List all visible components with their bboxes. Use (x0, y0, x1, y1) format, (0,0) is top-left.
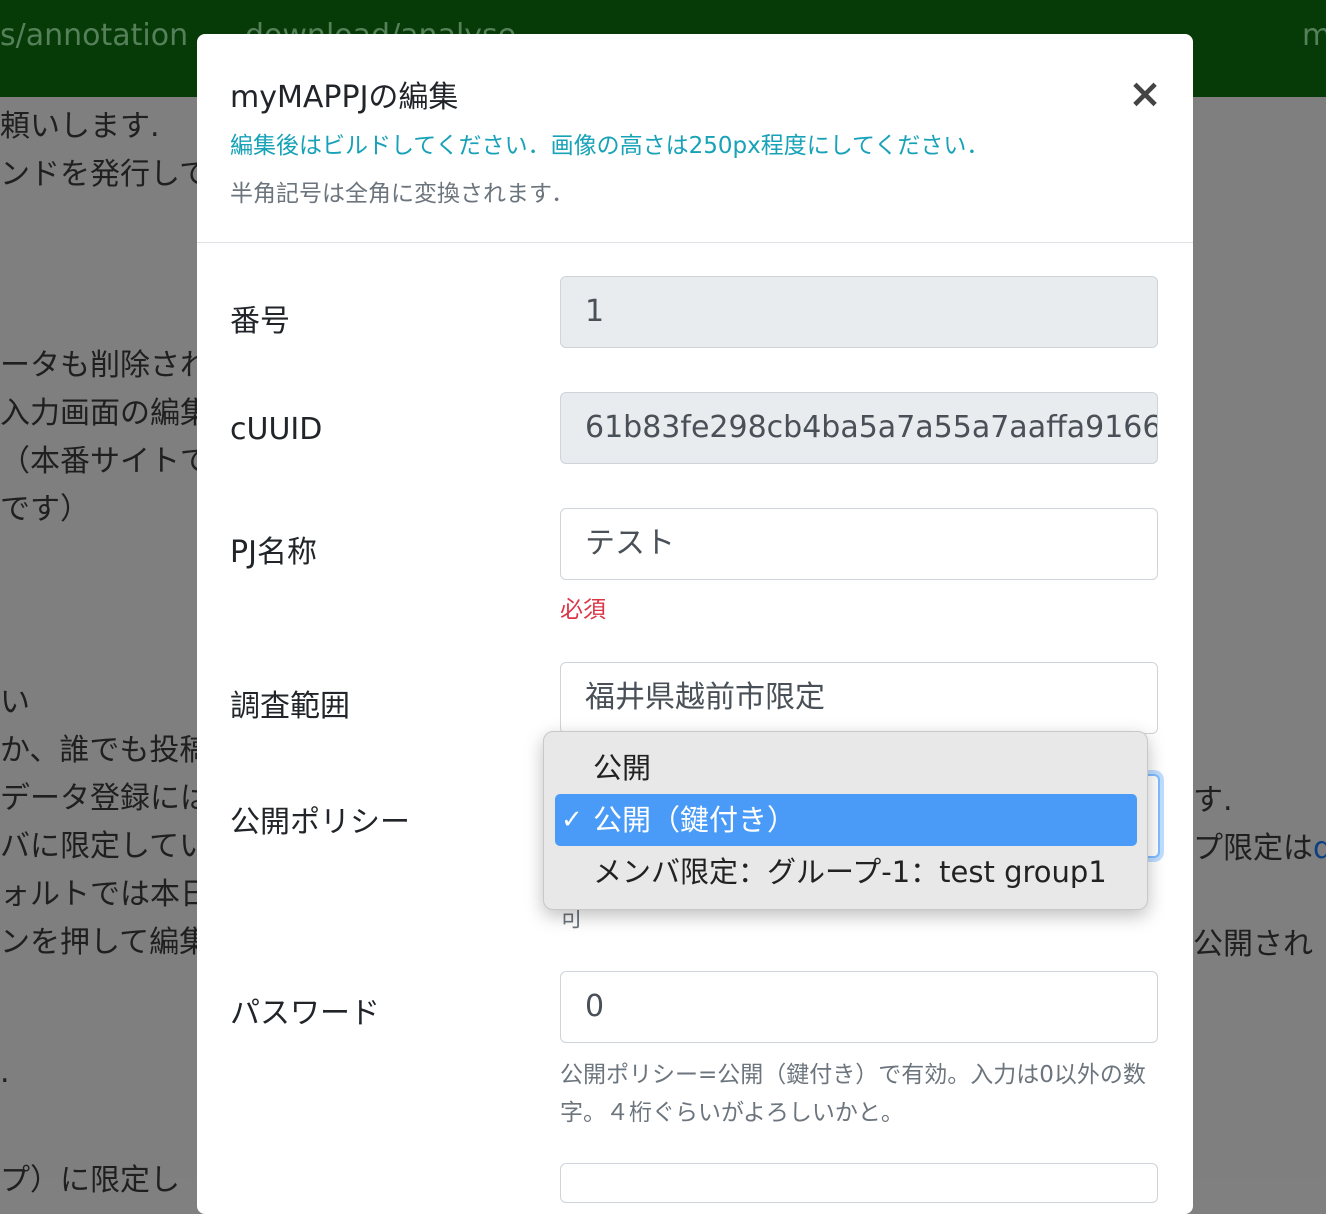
modal-conversion-note: 半角記号は全角に変換されます． (230, 181, 575, 207)
number-field[interactable]: 1 (560, 276, 1158, 348)
pj-name-label: PJ名称 (230, 535, 317, 570)
bg-text-line: . (0, 1055, 10, 1090)
bg-text-line: プ）に限定し (0, 1163, 180, 1198)
bg-text-line: （本番サイトで (0, 444, 210, 479)
policy-dropdown: 公開 ✓ 公開（鍵付き） メンバ限定：グループ-1：test group1 (543, 731, 1148, 910)
close-button[interactable]: × (1125, 72, 1165, 116)
edit-modal: myMAPPJの編集 編集後はビルドしてください．画像の高さは250px程度にし… (197, 34, 1193, 1214)
cuuid-field[interactable]: 61b83fe298cb4ba5a7a55a7aaffa9166 (560, 392, 1158, 464)
password-label: パスワード (230, 996, 380, 1031)
bg-text-line: い (0, 685, 30, 720)
number-label: 番号 (230, 304, 290, 339)
password-help: 公開ポリシー=公開（鍵付き）で有効。入力は0以外の数字。４桁ぐらいがよろしいかと… (560, 1062, 1146, 1126)
bg-text-right: プ限定はd (1193, 823, 1326, 867)
modal-title: myMAPPJの編集 (230, 80, 459, 115)
survey-area-label: 調査範囲 (230, 689, 350, 724)
nav-link-right[interactable]: m (1302, 18, 1326, 53)
bg-text-right: 公開され (1193, 927, 1313, 962)
survey-area-field[interactable]: 福井県越前市限定 (560, 662, 1158, 734)
bg-text-line: です） (0, 492, 90, 527)
policy-option-public-locked[interactable]: ✓ 公開（鍵付き） (555, 794, 1137, 846)
bg-text-right: す. (1193, 783, 1233, 818)
bg-link[interactable]: d (1313, 831, 1326, 866)
bg-text-line: データ登録には (0, 781, 210, 816)
bg-text-line: か、誰でも投稿 (0, 733, 210, 768)
policy-option-public[interactable]: 公開 (555, 742, 1137, 794)
pj-name-field[interactable]: テスト (560, 508, 1158, 580)
policy-option-members[interactable]: メンバ限定：グループ-1：test group1 (555, 846, 1137, 898)
bg-text-line: ォルトでは本日 (0, 877, 210, 912)
bg-text-line: ンを押して編集 (0, 925, 210, 960)
bg-text-line: 入力画面の編集 (0, 396, 210, 431)
cuuid-label: cUUID (230, 412, 323, 447)
modal-header: myMAPPJの編集 編集後はビルドしてください．画像の高さは250px程度にし… (197, 34, 1193, 243)
bg-text-line: バに限定してい (0, 829, 210, 864)
modal-build-note: 編集後はビルドしてください．画像の高さは250px程度にしてください． (230, 133, 990, 159)
bg-text-line: 頼いします. (0, 109, 160, 144)
bg-text-line: ータも削除され (0, 348, 210, 383)
bg-text-line: ンドを発行して (0, 157, 210, 192)
password-field[interactable]: 0 (560, 971, 1158, 1043)
nav-link-annotation[interactable]: s/annotation (0, 18, 188, 53)
checkmark-icon: ✓ (561, 805, 583, 835)
next-field[interactable] (560, 1163, 1158, 1203)
policy-label: 公開ポリシー (230, 805, 410, 840)
required-note: 必須 (560, 597, 606, 623)
